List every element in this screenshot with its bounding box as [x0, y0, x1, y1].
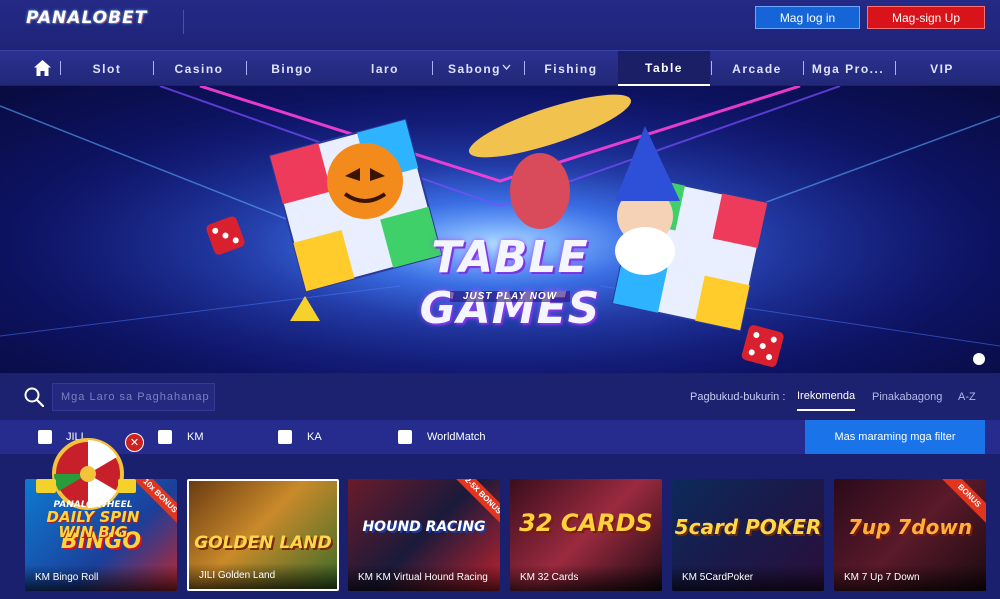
nav-item-sabong[interactable]: Sabong — [433, 51, 511, 86]
game-art: HOUND RACING — [362, 519, 486, 535]
banner-subtitle: JUST PLAY NOW — [450, 291, 570, 302]
nav-item-slot[interactable]: Slot — [62, 51, 152, 86]
game-title: KM Bingo Roll — [25, 565, 177, 591]
game-title: JILI Golden Land — [189, 563, 337, 589]
game-title: KM 5CardPoker — [672, 565, 824, 591]
game-card-7-up-7-down[interactable]: 7up 7down BONUS KM 7 Up 7 Down — [834, 479, 986, 591]
filter-checkbox-ka[interactable] — [278, 430, 292, 444]
game-title: KM 7 Up 7 Down — [834, 565, 986, 591]
nav-item-casino[interactable]: Casino — [154, 51, 244, 86]
game-card-hound-racing[interactable]: HOUND RACING 2-5X BONUS KM KM Virtual Ho… — [348, 479, 500, 591]
filter-label-km: KM — [187, 431, 204, 443]
brand-logo[interactable]: PANALOBET — [26, 8, 147, 28]
filter-checkbox-km[interactable] — [158, 430, 172, 444]
chevron-down-icon[interactable] — [502, 64, 511, 71]
game-title: KM 32 Cards — [510, 565, 662, 591]
search-input[interactable] — [52, 383, 215, 411]
game-art: 32 CARDS — [519, 509, 653, 537]
nav-item-table[interactable]: Table — [618, 51, 710, 86]
hero-banner[interactable]: TABLE GAMES JUST PLAY NOW — [0, 86, 1000, 373]
game-art: 5card POKER — [674, 515, 822, 539]
sort-recommended[interactable]: Irekomenda — [797, 383, 856, 411]
nav-item-promotions[interactable]: Mga Pro... — [804, 51, 892, 86]
banner-title: TABLE GAMES — [419, 232, 601, 334]
game-title: KM KM Virtual Hound Racing — [348, 565, 500, 591]
sort-a-z[interactable]: A-Z — [958, 383, 976, 411]
carousel-dot[interactable] — [973, 353, 985, 365]
signup-button[interactable]: Mag-sign Up — [867, 6, 985, 29]
nav-item-vip[interactable]: VIP — [896, 51, 988, 86]
search-icon[interactable] — [24, 387, 44, 407]
nav-separator — [60, 61, 61, 75]
sort-label: Pagbukud-bukurin : — [690, 391, 786, 403]
nav-item-laro[interactable]: laro — [340, 51, 430, 86]
filter-label-ka: KA — [307, 431, 322, 443]
wheel-line3: WIN BIG — [58, 523, 128, 541]
filter-label-worldmatch: WorldMatch — [427, 431, 486, 443]
game-art: 7up 7down — [847, 515, 973, 539]
more-filters-button[interactable]: Mas maraming mga filter — [805, 420, 985, 454]
game-art: GOLDEN LAND — [194, 533, 332, 553]
nav-item-bingo[interactable]: Bingo — [247, 51, 337, 86]
header-divider — [183, 10, 184, 34]
login-button[interactable]: Mag log in — [755, 6, 860, 29]
nav-item-arcade[interactable]: Arcade — [712, 51, 802, 86]
close-icon[interactable]: ✕ — [125, 433, 144, 452]
sort-newest[interactable]: Pinakabagong — [872, 383, 942, 411]
nav-item-fishing[interactable]: Fishing — [525, 51, 617, 86]
filter-checkbox-worldmatch[interactable] — [398, 430, 412, 444]
game-card-golden-land[interactable]: GOLDEN LAND JILI Golden Land — [187, 479, 339, 591]
panalo-wheel-text[interactable]: PANALO WHEEL DAILY SPIN WIN BIG — [28, 500, 158, 540]
home-icon[interactable] — [34, 60, 51, 76]
top-header: PANALOBET Mag log in Mag-sign Up — [0, 0, 1000, 50]
game-card-32-cards[interactable]: 32 CARDS KM 32 Cards — [510, 479, 662, 591]
main-nav: Slot Casino Bingo laro Sabong Fishing Ta… — [0, 50, 1000, 86]
game-card-5cardpoker[interactable]: 5card POKER KM 5CardPoker — [672, 479, 824, 591]
